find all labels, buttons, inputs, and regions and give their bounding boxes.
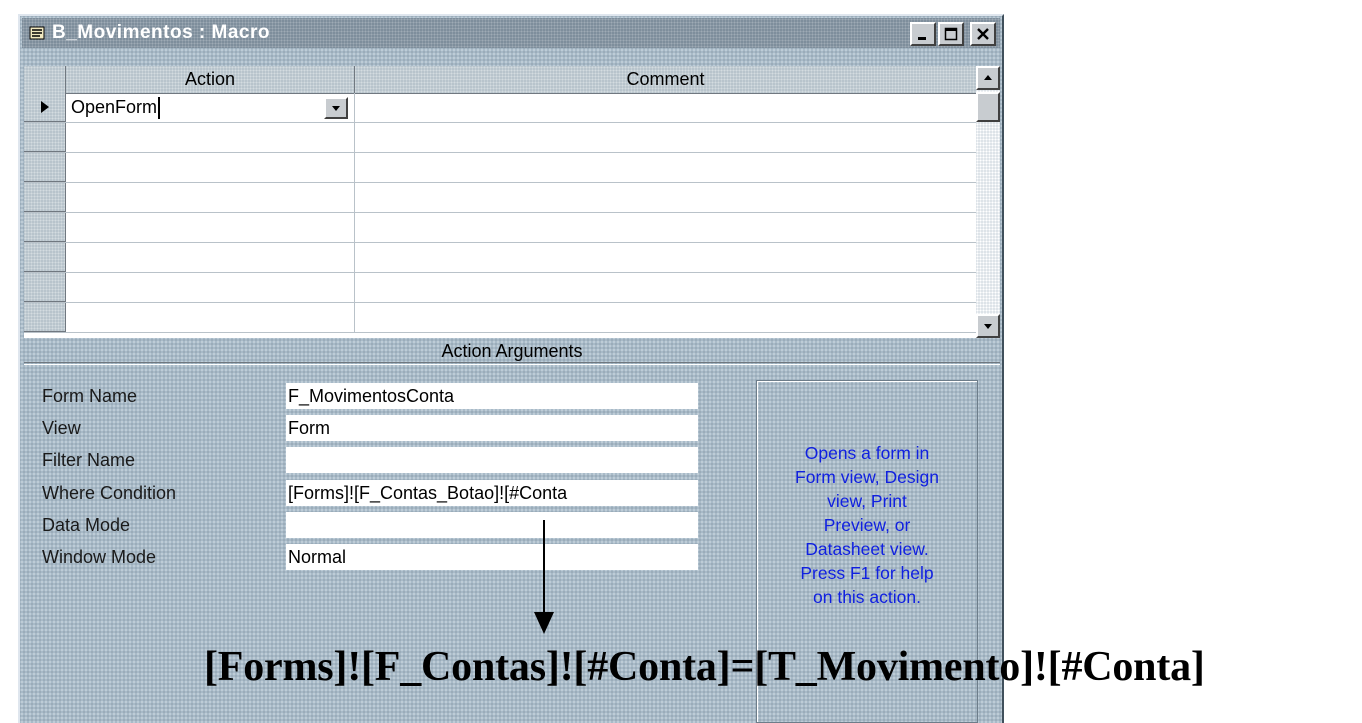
annotation-expression: [Forms]![F_Contas]![#Conta]=[T_Movimento… (204, 644, 1205, 690)
maximize-button[interactable] (938, 22, 964, 46)
grid-row[interactable] (24, 303, 976, 333)
help-text: Opens a form in Form view, Design view, … (795, 443, 939, 607)
scroll-down-button[interactable] (976, 314, 1000, 338)
close-button[interactable] (970, 22, 996, 46)
grid-row[interactable] (24, 123, 976, 153)
label-view: View (42, 418, 81, 438)
row-selector[interactable] (24, 213, 66, 242)
row-selector[interactable] (24, 303, 66, 332)
text-cursor (158, 97, 161, 120)
view-field[interactable]: Form (286, 415, 698, 441)
action-arguments-header: Action Arguments (24, 338, 1000, 365)
action-cell[interactable] (66, 123, 355, 152)
action-cell[interactable] (66, 303, 355, 332)
annotation-arrow-line (543, 520, 545, 612)
row-selector[interactable] (24, 93, 66, 122)
data-mode-field[interactable] (286, 512, 698, 538)
label-data-mode: Data Mode (42, 515, 131, 535)
grid-row[interactable]: OpenForm (24, 93, 976, 123)
action-value: OpenForm (71, 97, 158, 117)
vertical-scrollbar[interactable] (976, 66, 1000, 338)
column-header-comment[interactable]: Comment (355, 66, 976, 93)
macro-window: B_Movimentos : Macro Action Comment Open… (18, 14, 1004, 723)
close-icon (977, 28, 989, 40)
row-selector[interactable] (24, 153, 66, 182)
column-header-action[interactable]: Action (66, 66, 355, 93)
action-cell[interactable] (66, 243, 355, 272)
window-controls (910, 22, 996, 46)
grid-header: Action Comment (24, 66, 976, 94)
label-filter-name: Filter Name (42, 450, 136, 470)
row-selector[interactable] (24, 273, 66, 302)
action-cell[interactable]: OpenForm (66, 93, 355, 122)
chevron-down-icon (332, 106, 340, 111)
where-condition-field[interactable]: [Forms]![F_Contas_Botao]![#Conta (286, 480, 698, 506)
row-selector[interactable] (24, 243, 66, 272)
filter-name-field[interactable] (286, 447, 698, 473)
grid-row[interactable] (24, 273, 976, 303)
current-row-arrow-icon (40, 101, 49, 113)
label-form-name: Form Name (42, 386, 138, 406)
maximize-icon (944, 27, 958, 41)
title-bar[interactable]: B_Movimentos : Macro (22, 18, 1000, 48)
grid-row[interactable] (24, 213, 976, 243)
grid-row[interactable] (24, 153, 976, 183)
label-where-condition: Where Condition (42, 483, 177, 503)
action-dropdown-button[interactable] (324, 97, 348, 119)
arrow-down-icon (984, 324, 992, 329)
minimize-button[interactable] (910, 22, 936, 46)
scroll-thumb[interactable] (976, 92, 1000, 122)
macro-scroll-icon (28, 24, 46, 42)
label-window-mode: Window Mode (42, 547, 157, 567)
row-selector[interactable] (24, 123, 66, 152)
action-cell[interactable] (66, 273, 355, 302)
minimize-icon (918, 37, 926, 40)
arrow-up-icon (984, 75, 992, 80)
divider (24, 362, 1000, 363)
grid-row[interactable] (24, 243, 976, 273)
scroll-up-button[interactable] (976, 66, 1000, 90)
action-cell[interactable] (66, 153, 355, 182)
macro-grid: Action Comment OpenForm (24, 66, 976, 338)
window-mode-field[interactable]: Normal (286, 544, 698, 570)
window-title: B_Movimentos : Macro (52, 22, 270, 43)
action-cell[interactable] (66, 213, 355, 242)
form-name-field[interactable]: F_MovimentosConta (286, 383, 698, 409)
grid-row[interactable] (24, 183, 976, 213)
annotation-arrow-head (534, 612, 554, 634)
action-cell[interactable] (66, 183, 355, 212)
row-selector[interactable] (24, 183, 66, 212)
header-row-selector (24, 66, 66, 93)
